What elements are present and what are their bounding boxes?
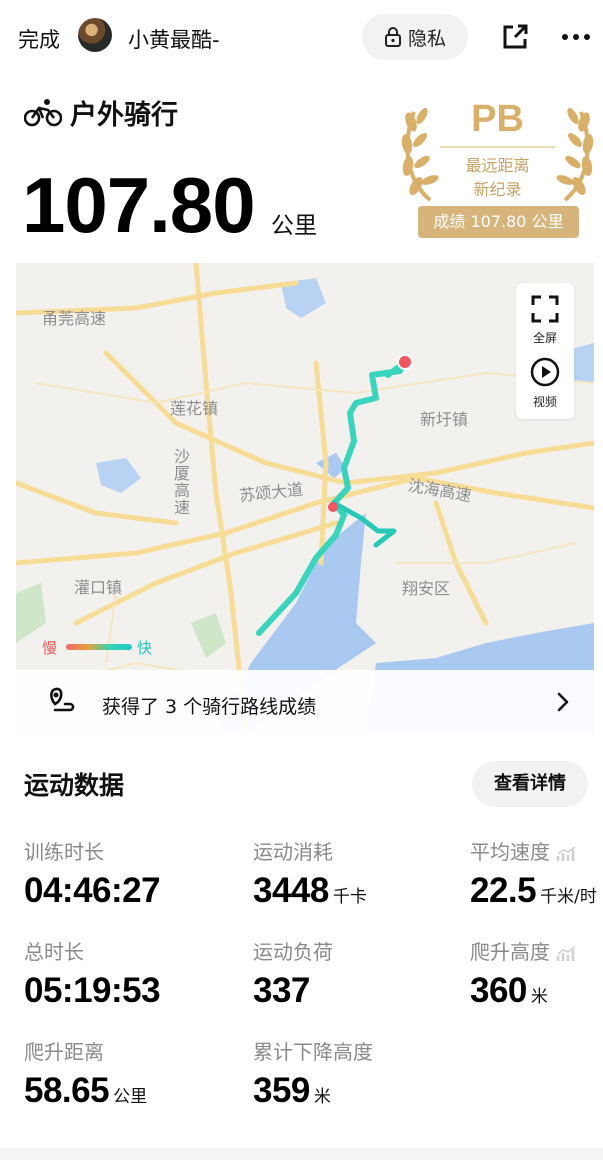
stat-number: 22.5 <box>470 871 537 910</box>
pb-result: 成绩 107.80 公里 <box>418 206 579 238</box>
stat-label-text: 累计下降高度 <box>253 1040 373 1064</box>
stat-item: 爬升距离 58.65 公里 <box>24 1036 147 1111</box>
privacy-button[interactable]: 隐私 <box>362 14 468 60</box>
pb-badge[interactable]: PB 最远距离 新纪录 成绩 107.80 公里 <box>400 92 595 242</box>
avatar[interactable] <box>78 18 112 52</box>
stat-label: 运动消耗 <box>253 836 367 865</box>
legend-slow: 慢 <box>42 639 58 657</box>
stat-label-text: 爬升高度 <box>470 940 550 964</box>
username: 小黄最酷- <box>128 28 220 52</box>
stat-number: 58.65 <box>24 1071 110 1110</box>
bicycle-icon <box>24 99 62 127</box>
map-label-road-1: 甬莞高速 <box>42 309 107 328</box>
stat-label: 运动负荷 <box>253 936 333 965</box>
view-details-button[interactable]: 查看详情 <box>472 761 588 807</box>
stats-section-title: 运动数据 <box>24 771 125 800</box>
trend-chart-icon[interactable] <box>556 945 578 963</box>
map-controls: 全屏 视频 <box>516 283 574 419</box>
stat-unit: 千米/时 <box>540 887 597 907</box>
stat-number: 05:19:53 <box>24 971 161 1010</box>
stat-unit: 米 <box>313 1087 331 1107</box>
stat-label: 爬升距离 <box>24 1036 147 1065</box>
total-distance: 107.80 <box>22 161 256 249</box>
stat-label-text: 训练时长 <box>24 840 104 864</box>
done-button[interactable]: 完成 <box>18 24 60 54</box>
stat-unit: 米 <box>530 987 548 1007</box>
stat-label-text: 平均速度 <box>470 840 550 864</box>
map-background <box>16 263 594 734</box>
stat-number: 337 <box>253 971 310 1010</box>
stat-number: 04:46:27 <box>24 871 161 910</box>
stat-label: 训练时长 <box>24 836 160 865</box>
route-achievement-banner[interactable]: 获得了 3 个骑行路线成绩 <box>16 670 594 734</box>
map-label-town-1: 莲花镇 <box>170 399 219 418</box>
stat-label: 平均速度 <box>470 836 597 865</box>
stat-value: 58.65 公里 <box>24 1071 147 1111</box>
route-achievement-text: 获得了 3 个骑行路线成绩 <box>102 696 317 718</box>
stat-label: 爬升高度 <box>470 936 578 965</box>
stat-label-text: 运动消耗 <box>253 840 333 864</box>
stat-item: 训练时长 04:46:27 <box>24 836 161 911</box>
stat-label: 总时长 <box>24 936 160 965</box>
map-label-district: 翔安区 <box>402 579 451 598</box>
stat-item: 爬升高度 360 米 <box>470 936 578 1011</box>
trend-chart-icon[interactable] <box>556 845 578 863</box>
top-bar: 完成 小黄最酷- 隐私 <box>0 0 603 74</box>
privacy-label: 隐私 <box>407 27 446 50</box>
stat-item: 总时长 05:19:53 <box>24 936 161 1011</box>
stat-value: 05:19:53 <box>24 971 161 1011</box>
map-label-town-2: 新圩镇 <box>420 410 469 429</box>
stat-label-text: 总时长 <box>24 940 84 964</box>
stat-value: 359 米 <box>253 1071 373 1111</box>
distance-unit: 公里 <box>271 213 317 239</box>
share-icon[interactable] <box>500 22 530 52</box>
stat-item: 运动消耗 3448 千卡 <box>253 836 367 911</box>
fullscreen-icon[interactable] <box>531 295 559 323</box>
stat-item: 平均速度 22.5 千米/时 <box>470 836 597 911</box>
map-label-road-2: 沙厦高速 <box>174 447 191 517</box>
video-label[interactable]: 视频 <box>516 393 574 410</box>
stat-unit: 千卡 <box>332 887 367 907</box>
stat-value: 3448 千卡 <box>253 871 367 911</box>
lock-icon <box>384 27 401 47</box>
more-icon[interactable] <box>560 24 592 50</box>
map-label-town-3: 灌口镇 <box>74 578 123 597</box>
chevron-right-icon <box>557 692 569 712</box>
speed-legend-bar <box>66 644 132 650</box>
stat-value: 337 <box>253 971 333 1011</box>
pb-record-note: 新纪录 <box>473 180 522 199</box>
stat-label-text: 运动负荷 <box>253 940 333 964</box>
sport-type: 户外骑行 <box>24 92 178 132</box>
stat-number: 3448 <box>253 871 329 910</box>
video-play-icon[interactable] <box>530 357 560 387</box>
stat-label-text: 爬升距离 <box>24 1040 104 1064</box>
stat-value: 360 米 <box>470 971 578 1011</box>
route-pin-icon <box>50 687 75 712</box>
route-map[interactable]: 甬莞高速 莲花镇 新圩镇 沙厦高速 苏颂大道 沈海高速 灌口镇 翔安区 全屏 视… <box>16 263 594 734</box>
stat-number: 359 <box>253 1071 310 1110</box>
fullscreen-label[interactable]: 全屏 <box>516 329 574 346</box>
stat-value: 04:46:27 <box>24 871 161 911</box>
stat-label: 累计下降高度 <box>253 1036 373 1065</box>
stat-item: 运动负荷 337 <box>253 936 333 1011</box>
pb-record-type: 最远距离 <box>465 156 530 175</box>
stat-unit: 公里 <box>113 1087 148 1107</box>
stat-value: 22.5 千米/时 <box>470 871 597 911</box>
stat-number: 360 <box>470 971 527 1010</box>
legend-fast: 快 <box>137 639 153 657</box>
pb-title: PB <box>471 98 524 140</box>
stat-item: 累计下降高度 359 米 <box>253 1036 373 1111</box>
bottom-divider <box>0 1148 603 1160</box>
sport-type-label: 户外骑行 <box>70 99 178 131</box>
